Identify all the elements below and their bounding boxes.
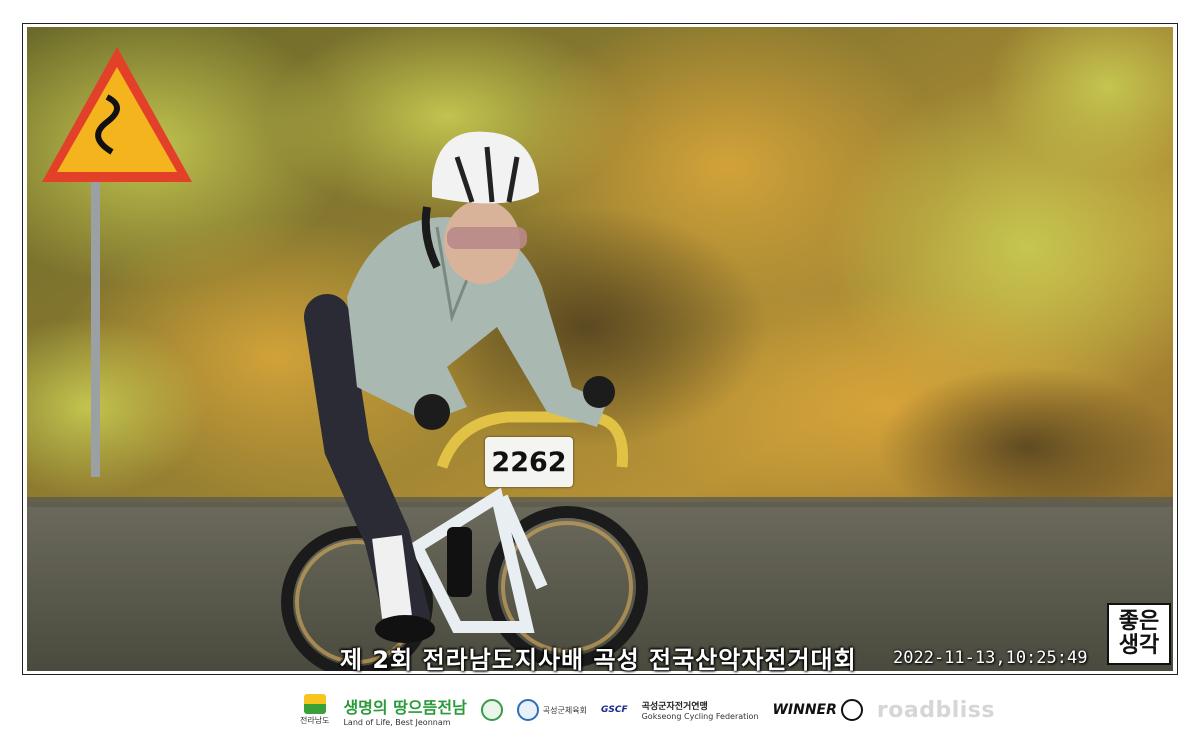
winner-label: WINNER <box>772 702 837 718</box>
cyclist-scene <box>27 27 1173 671</box>
roadbliss-logo: roadbliss <box>877 698 995 723</box>
federation-kr-label: 곡성군자전거연맹 <box>641 702 708 712</box>
slogan-logo: 생명의 땅으뜸전남 Land of Life, Best Jeonnam <box>343 694 466 727</box>
federation-en-label: Gokseong Cycling Federation <box>641 712 759 721</box>
event-caption: 제 2회 전라남도지사배 곡성 전국산악자전거대회 <box>340 646 857 674</box>
photo-timestamp: 2022-11-13,10:25:49 <box>893 648 1088 668</box>
slogan-main: 생명의 땅으뜸전남 <box>343 697 467 717</box>
slogan-sub: Land of Life, Best Jeonnam <box>343 717 451 727</box>
jeonnam-logo: 전라남도 <box>300 694 329 726</box>
race-photo <box>27 27 1173 671</box>
sports-council-label: 곡성군체육회 <box>542 705 587 715</box>
gokseong-county-logo <box>480 699 503 721</box>
gscf-logo: GSCF <box>601 705 628 715</box>
watermark-stamp: 좋은 생각 <box>1107 603 1171 665</box>
stamp-line-2: 생각 <box>1118 633 1160 658</box>
sports-council-emblem-icon <box>516 699 539 721</box>
federation-logo: 곡성군자전거연맹 Gokseong Cycling Federation <box>642 699 759 721</box>
winner-logo: WINNER <box>772 699 863 721</box>
gscf-label: GSCF <box>600 705 628 715</box>
gokseong-sports-logo: 곡성군체육회 <box>516 699 587 721</box>
gokseong-emblem-icon <box>480 699 503 721</box>
roadbliss-label: roadbliss <box>876 697 995 723</box>
winner-wheel-icon <box>840 699 863 721</box>
sponsor-logo-bar: 전라남도 생명의 땅으뜸전남 Land of Life, Best Jeonna… <box>300 688 994 732</box>
jeonnam-emblem-icon <box>303 694 326 714</box>
race-bib: 2262 <box>485 437 573 487</box>
jeonnam-label: 전라남도 <box>300 716 330 725</box>
stamp-line-1: 좋은 <box>1118 609 1160 634</box>
